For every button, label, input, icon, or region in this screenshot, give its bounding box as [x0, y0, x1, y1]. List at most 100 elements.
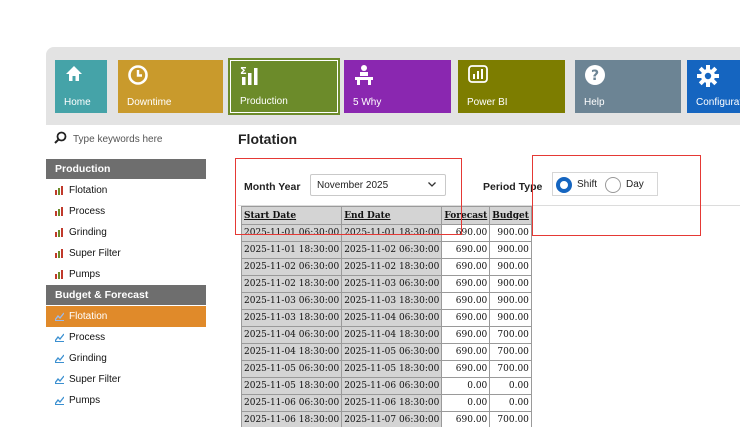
sidebar-item-budget-grinding[interactable]: Grinding — [46, 348, 206, 369]
home-icon — [64, 64, 86, 86]
cell-budget[interactable]: 900.00 — [490, 310, 532, 327]
tile-home[interactable]: Home — [55, 60, 107, 113]
tile-downtime[interactable]: Downtime — [118, 60, 223, 113]
main-content: Type keywords here Production Flotation … — [46, 125, 740, 427]
highlight-month-year — [235, 158, 462, 235]
cell-end-date: 2025-11-07 06:30:00 — [342, 412, 442, 427]
cell-forecast[interactable]: 690.00 — [442, 344, 490, 361]
cell-forecast[interactable]: 0.00 — [442, 395, 490, 412]
production-small-icon — [55, 186, 64, 195]
tile-production[interactable]: Σ Production — [230, 60, 338, 113]
svg-text:?: ? — [591, 68, 599, 84]
table-body: 2025-11-01 06:30:002025-11-01 18:30:0069… — [242, 225, 532, 427]
tile-label: Configurati — [696, 97, 740, 108]
bar-chart-icon — [467, 64, 489, 86]
table-row[interactable]: 2025-11-03 18:30:002025-11-04 06:30:0069… — [242, 310, 532, 327]
table-row[interactable]: 2025-11-05 06:30:002025-11-05 18:30:0069… — [242, 361, 532, 378]
cell-forecast[interactable]: 690.00 — [442, 276, 490, 293]
table-row[interactable]: 2025-11-04 18:30:002025-11-05 06:30:0069… — [242, 344, 532, 361]
tile-label: Home — [64, 97, 91, 108]
sidebar: Production Flotation Process Grinding Su… — [46, 159, 206, 411]
top-tile-bar: Home Downtime Σ Production 5 Why Power B… — [46, 47, 740, 125]
sidebar-item-process[interactable]: Process — [46, 201, 206, 222]
table-row[interactable]: 2025-11-03 06:30:002025-11-03 18:30:0069… — [242, 293, 532, 310]
production-icon: Σ — [240, 65, 262, 87]
sidebar-section-production[interactable]: Production — [46, 159, 206, 179]
budget-small-icon — [55, 396, 64, 405]
cell-budget[interactable]: 900.00 — [490, 242, 532, 259]
table-row[interactable]: 2025-11-02 06:30:002025-11-02 18:30:0069… — [242, 259, 532, 276]
cell-forecast[interactable]: 690.00 — [442, 327, 490, 344]
sidebar-item-budget-super-filter[interactable]: Super Filter — [46, 369, 206, 390]
table-row[interactable]: 2025-11-05 18:30:002025-11-06 06:30:000.… — [242, 378, 532, 395]
app-window: Home Downtime Σ Production 5 Why Power B… — [46, 47, 740, 427]
page-title: Flotation — [238, 131, 297, 147]
search-input[interactable]: Type keywords here — [73, 134, 163, 145]
gear-icon — [696, 64, 718, 86]
cell-end-date: 2025-11-03 18:30:00 — [342, 293, 442, 310]
cell-budget[interactable]: 700.00 — [490, 361, 532, 378]
cell-budget[interactable]: 700.00 — [490, 344, 532, 361]
sidebar-item-label: Grinding — [69, 348, 107, 369]
production-small-icon — [55, 249, 64, 258]
presenter-icon — [353, 64, 375, 86]
table-row[interactable]: 2025-11-04 06:30:002025-11-04 18:30:0069… — [242, 327, 532, 344]
search-icon — [54, 131, 73, 147]
cell-forecast[interactable]: 690.00 — [442, 361, 490, 378]
sidebar-item-label: Process — [69, 327, 105, 348]
tile-label: 5 Why — [353, 97, 381, 108]
sidebar-item-budget-process[interactable]: Process — [46, 327, 206, 348]
table-row[interactable]: 2025-11-01 18:30:002025-11-02 06:30:0069… — [242, 242, 532, 259]
tile-help[interactable]: ? Help — [575, 60, 681, 113]
cell-start-date: 2025-11-02 06:30:00 — [242, 259, 342, 276]
table-row[interactable]: 2025-11-02 18:30:002025-11-03 06:30:0069… — [242, 276, 532, 293]
cell-forecast[interactable]: 690.00 — [442, 259, 490, 276]
cell-end-date: 2025-11-04 18:30:00 — [342, 327, 442, 344]
search-bar[interactable]: Type keywords here — [54, 131, 163, 147]
cell-budget[interactable]: 900.00 — [490, 259, 532, 276]
sidebar-item-flotation[interactable]: Flotation — [46, 180, 206, 201]
cell-forecast[interactable]: 690.00 — [442, 242, 490, 259]
sidebar-item-grinding[interactable]: Grinding — [46, 222, 206, 243]
cell-budget[interactable]: 900.00 — [490, 276, 532, 293]
cell-budget[interactable]: 0.00 — [490, 378, 532, 395]
budget-small-icon — [55, 333, 64, 342]
sidebar-item-budget-pumps[interactable]: Pumps — [46, 390, 206, 411]
tile-power-bi[interactable]: Power BI — [458, 60, 565, 113]
sidebar-item-super-filter[interactable]: Super Filter — [46, 243, 206, 264]
table-row[interactable]: 2025-11-06 18:30:002025-11-07 06:30:0069… — [242, 412, 532, 427]
cell-forecast[interactable]: 690.00 — [442, 310, 490, 327]
cell-start-date: 2025-11-06 06:30:00 — [242, 395, 342, 412]
cell-budget[interactable]: 900.00 — [490, 225, 532, 242]
cell-forecast[interactable]: 690.00 — [442, 412, 490, 427]
cell-start-date: 2025-11-03 06:30:00 — [242, 293, 342, 310]
tile-configuration[interactable]: Configurati — [687, 60, 740, 113]
cell-forecast[interactable]: 690.00 — [442, 293, 490, 310]
sidebar-section-budget-forecast[interactable]: Budget & Forecast — [46, 285, 206, 305]
column-header-budget[interactable]: Budget — [490, 207, 532, 225]
tile-label: Downtime — [127, 97, 171, 108]
sidebar-item-label: Flotation — [69, 180, 107, 201]
cell-start-date: 2025-11-04 18:30:00 — [242, 344, 342, 361]
tile-5-why[interactable]: 5 Why — [344, 60, 451, 113]
sidebar-item-label: Process — [69, 201, 105, 222]
budget-small-icon — [55, 354, 64, 363]
cell-forecast[interactable]: 0.00 — [442, 378, 490, 395]
table-row[interactable]: 2025-11-06 06:30:002025-11-06 18:30:000.… — [242, 395, 532, 412]
budget-small-icon — [55, 375, 64, 384]
budget-forecast-table: Start Date End Date Forecast Budget 2025… — [241, 206, 532, 427]
question-icon: ? — [584, 64, 606, 86]
sidebar-item-pumps[interactable]: Pumps — [46, 264, 206, 285]
cell-budget[interactable]: 900.00 — [490, 293, 532, 310]
sidebar-item-label: Flotation — [69, 306, 107, 327]
cell-budget[interactable]: 700.00 — [490, 327, 532, 344]
cell-start-date: 2025-11-05 18:30:00 — [242, 378, 342, 395]
sidebar-item-label: Super Filter — [69, 243, 121, 264]
cell-end-date: 2025-11-05 18:30:00 — [342, 361, 442, 378]
cell-budget[interactable]: 700.00 — [490, 412, 532, 427]
cell-budget[interactable]: 0.00 — [490, 395, 532, 412]
cell-start-date: 2025-11-04 06:30:00 — [242, 327, 342, 344]
sidebar-item-budget-flotation[interactable]: Flotation — [46, 306, 206, 327]
tile-label: Help — [584, 97, 605, 108]
cell-end-date: 2025-11-03 06:30:00 — [342, 276, 442, 293]
